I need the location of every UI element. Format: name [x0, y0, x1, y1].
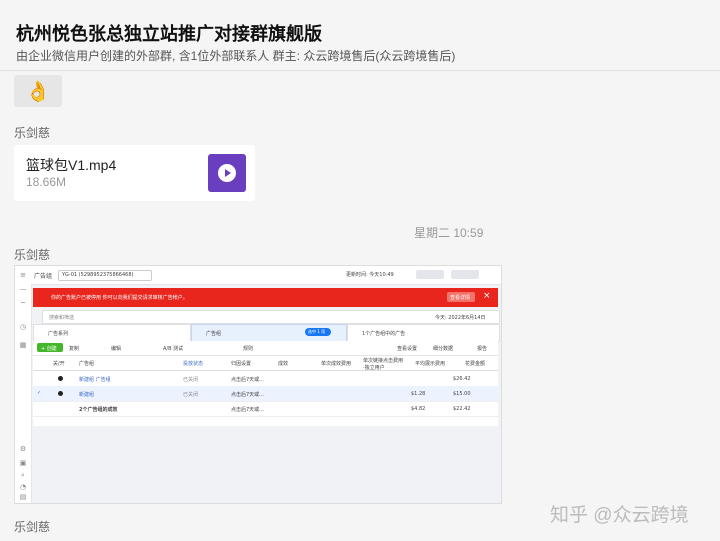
- header-divider: [0, 70, 720, 71]
- message-timestamp: 星期二 10:59: [414, 226, 484, 240]
- watermark: 知乎 @众云跨境: [550, 505, 689, 526]
- file-message[interactable]: 篮球包V1.mp4 18.66M: [14, 145, 255, 201]
- ads-toolbar: + 创建 复制 编辑 A/B 测试 规则 查看设置 细分数据 报告: [33, 341, 498, 356]
- sender-name: 乐剑慈: [14, 126, 51, 140]
- ads-sidebar: ≡ — ~ ◷ ▦ ⚙ ▣ ⌕ ◔ ▤: [15, 266, 32, 503]
- ads-topbar: 广告组 YG-01 (5298952375866468) 更新时间: 今天10:…: [31, 266, 501, 285]
- sender-name: 乐剑慈: [14, 520, 51, 534]
- ads-search: 搜索和筛选 今天: 2022年6月14日: [42, 310, 500, 324]
- ads-table: 关/开 广告组 投放状态 归因设置 成效 单次成效费用 单次链接点击费用·独立用…: [33, 356, 498, 426]
- ads-tabs: 广告系列 广告组 选中 1 项 1个广告组中的广告: [33, 324, 500, 342]
- file-size: 18.66M: [26, 175, 67, 189]
- chat-header: 杭州悦色张总独立站推广对接群旗舰版 由企业微信用户创建的外部群, 含1位外部联系…: [0, 0, 720, 72]
- account-disabled-alert: 你的广告账户已被停用 你可以向我们提交请求审核广告帐户。 查看详情 ×: [33, 288, 498, 307]
- group-title: 杭州悦色张总独立站推广对接群旗舰版: [16, 24, 322, 44]
- sender-name: 乐剑慈: [14, 248, 51, 262]
- video-play-icon[interactable]: [208, 154, 246, 192]
- image-message[interactable]: ≡ — ~ ◷ ▦ ⚙ ▣ ⌕ ◔ ▤ 广告组 YG-01 (529895237586646…: [14, 265, 502, 504]
- emoji-message[interactable]: 👌: [14, 75, 62, 107]
- close-icon: ×: [483, 291, 491, 301]
- group-subtitle: 由企业微信用户创建的外部群, 含1位外部联系人 群主: 众云跨境售后(众云跨境售…: [16, 49, 456, 63]
- file-name: 篮球包V1.mp4: [26, 157, 117, 173]
